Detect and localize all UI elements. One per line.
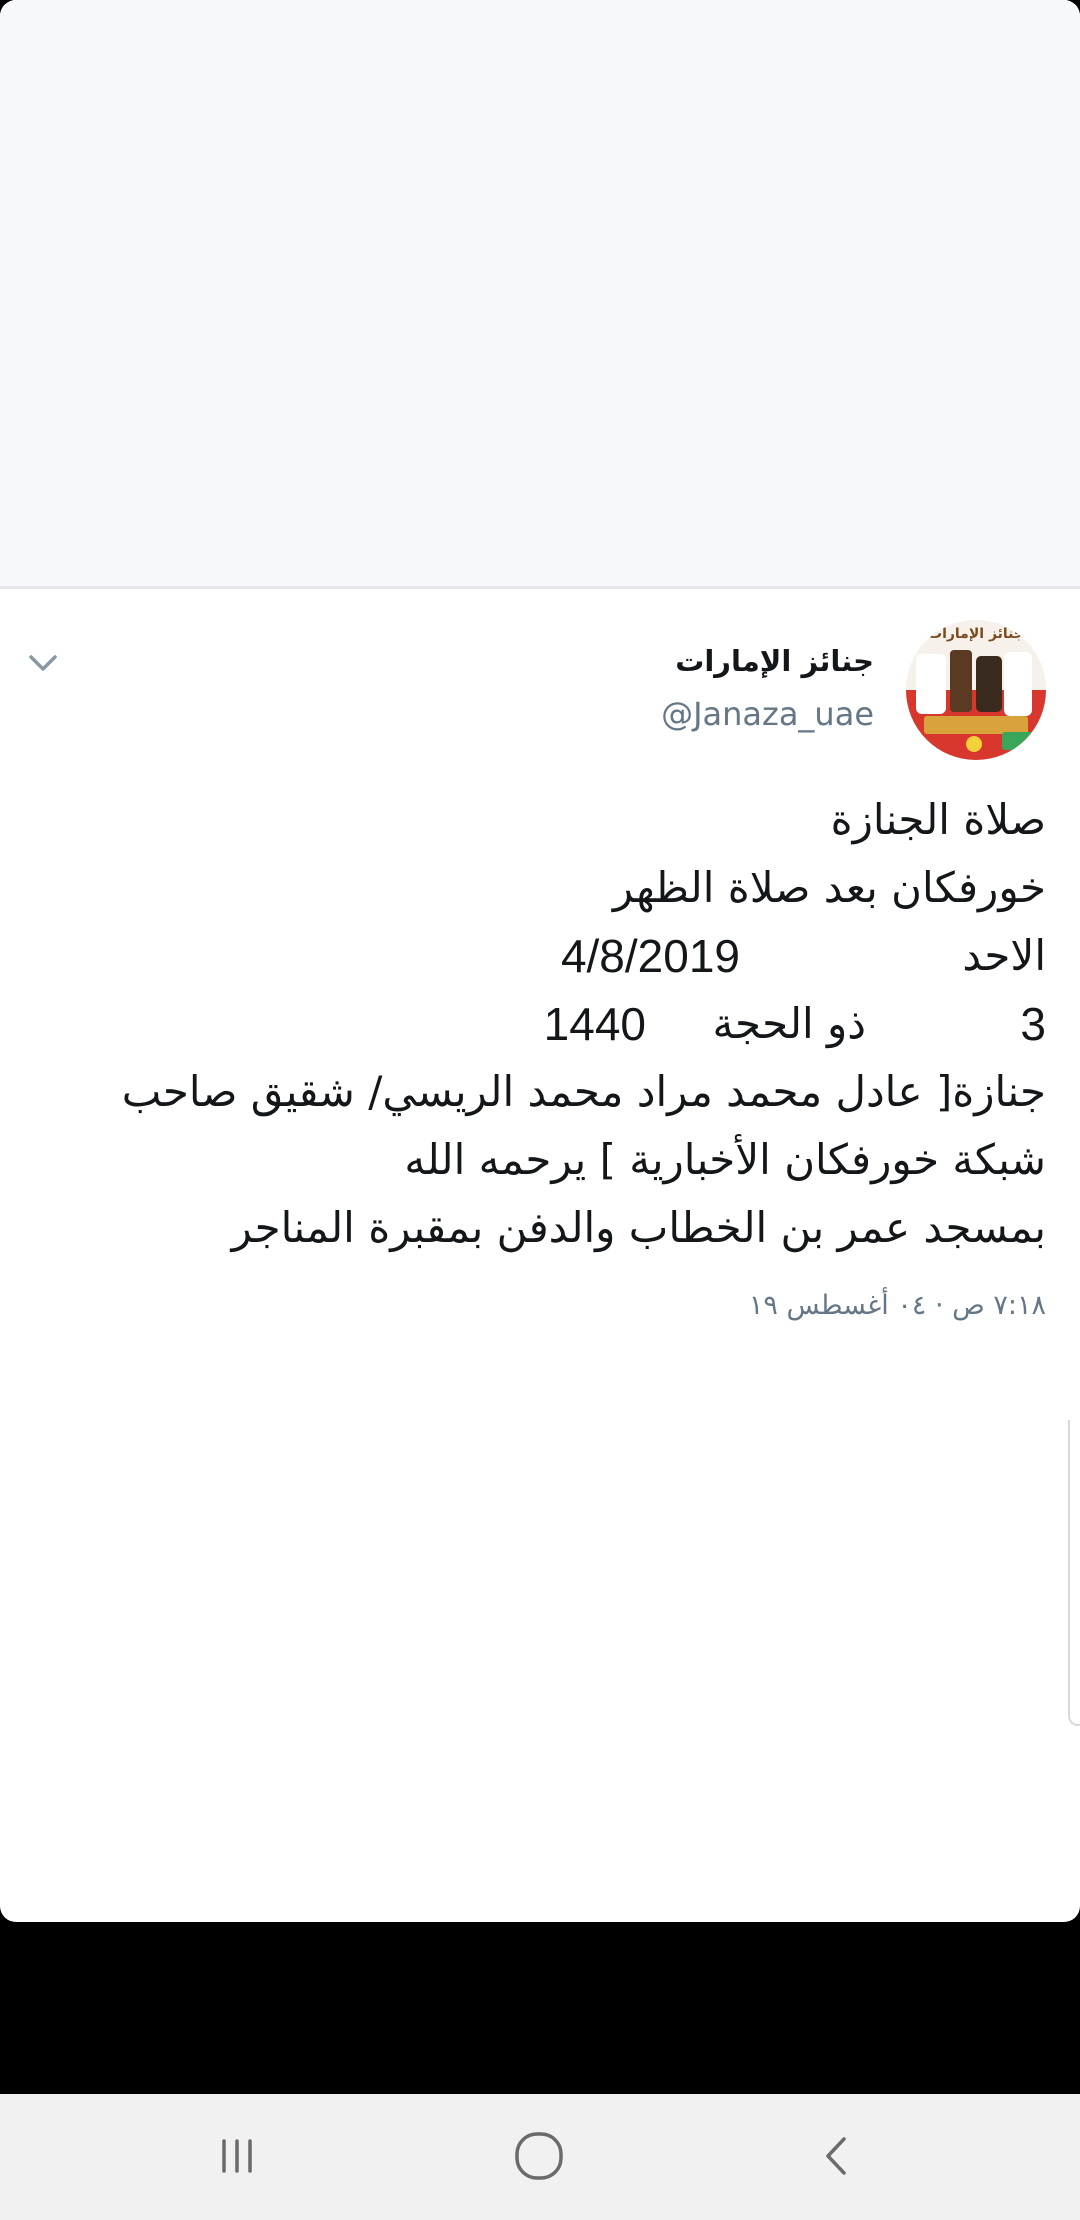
hijri-year: 1440 bbox=[543, 998, 646, 1050]
chevron-down-icon[interactable] bbox=[26, 646, 60, 680]
tweet-line-2: خورفكان بعد صلاة الظهر bbox=[612, 863, 1046, 912]
tweet-line-7: بمسجد عمر بن الخطاب والدفن بمقبرة المناج… bbox=[231, 1203, 1046, 1252]
user-handle[interactable]: @Janaza_uae bbox=[661, 695, 874, 733]
home-button[interactable] bbox=[494, 2116, 584, 2196]
tweet-text: صلاة الجنازة خورفكان بعد صلاة الظهر الاح… bbox=[46, 786, 1046, 1262]
tweet[interactable]: جنائز الإمارات جنائز الإمارات @Janaza_ua… bbox=[0, 590, 1080, 1420]
home-icon bbox=[515, 2132, 563, 2180]
tweet-line-6: شبكة خورفكان الأخبارية ] يرحمه الله bbox=[404, 1135, 1046, 1184]
back-icon bbox=[826, 2137, 846, 2175]
tweet-line-3: الاحد 4/8/2019 bbox=[46, 922, 1046, 990]
recents-button[interactable] bbox=[192, 2116, 282, 2196]
tweet-line-4: 3 ذو الحجة 1440 bbox=[46, 990, 1046, 1058]
hijri-month: ذو الحجة bbox=[712, 999, 866, 1048]
user-name[interactable]: جنائز الإمارات bbox=[675, 644, 874, 678]
system-navigation-bar bbox=[0, 2094, 1080, 2220]
tweet-line-5: جنازة[ عادل محمد مراد محمد الريسي/ شقيق … bbox=[121, 1067, 1046, 1116]
hijri-day: 3 bbox=[1020, 998, 1046, 1050]
tweet-line-1: صلاة الجنازة bbox=[830, 795, 1046, 844]
day-name: الاحد bbox=[962, 931, 1046, 980]
screenshot-card: جنائز الإمارات جنائز الإمارات @Janaza_ua… bbox=[0, 0, 1080, 1922]
recents-icon bbox=[222, 2139, 252, 2173]
avatar-title: جنائز الإمارات bbox=[928, 626, 1024, 642]
back-button[interactable] bbox=[792, 2116, 882, 2196]
tweet-timestamp[interactable]: ٧:١٨ ص · ٠٤ أغسطس ١٩ bbox=[749, 1290, 1046, 1321]
blank-header-area bbox=[0, 0, 1080, 589]
gregorian-date: 4/8/2019 bbox=[560, 930, 740, 982]
avatar[interactable]: جنائز الإمارات bbox=[906, 620, 1046, 760]
